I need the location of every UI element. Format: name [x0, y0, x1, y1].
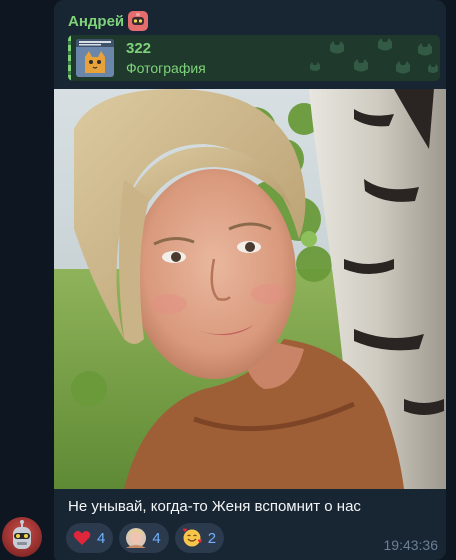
message-timestamp: 19:43:36	[383, 537, 439, 553]
sender-name[interactable]: Андрей	[68, 13, 124, 30]
reply-accent-bar	[68, 35, 71, 81]
reply-title: 322	[126, 40, 152, 57]
reaction-heart[interactable]: 4	[66, 523, 114, 553]
reaction-user[interactable]: 4	[119, 523, 169, 553]
user-avatar-icon	[126, 528, 147, 548]
reaction-smiling-hearts[interactable]: 2	[174, 523, 225, 553]
reaction-count: 4	[152, 529, 161, 547]
red-heart-icon	[73, 531, 91, 545]
cat-meme-thumbnail	[76, 39, 114, 77]
sender-avatar[interactable]	[2, 517, 42, 557]
message-photo[interactable]	[54, 89, 446, 489]
chat-view: Андрей 322 Фотография Не унывай, когда-т…	[0, 0, 456, 560]
smiling-face-with-hearts-icon	[182, 528, 202, 547]
message-bubble[interactable]: Андрей 322 Фотография Не унывай, когда-т…	[54, 0, 446, 560]
reactions-bar: 4 4 2	[66, 523, 225, 553]
robot-emoji-icon	[128, 11, 149, 31]
reply-subtitle: Фотография	[126, 60, 206, 76]
reaction-count: 4	[97, 529, 106, 547]
robot-avatar-icon	[13, 520, 31, 549]
cat-pattern-icon	[310, 38, 438, 74]
message-caption: Не унывай, когда-то Женя вспомнит о нас	[68, 498, 361, 515]
reply-preview[interactable]: 322 Фотография	[68, 35, 440, 81]
reaction-count: 2	[207, 529, 217, 547]
message-sender[interactable]: Андрей	[68, 11, 149, 31]
